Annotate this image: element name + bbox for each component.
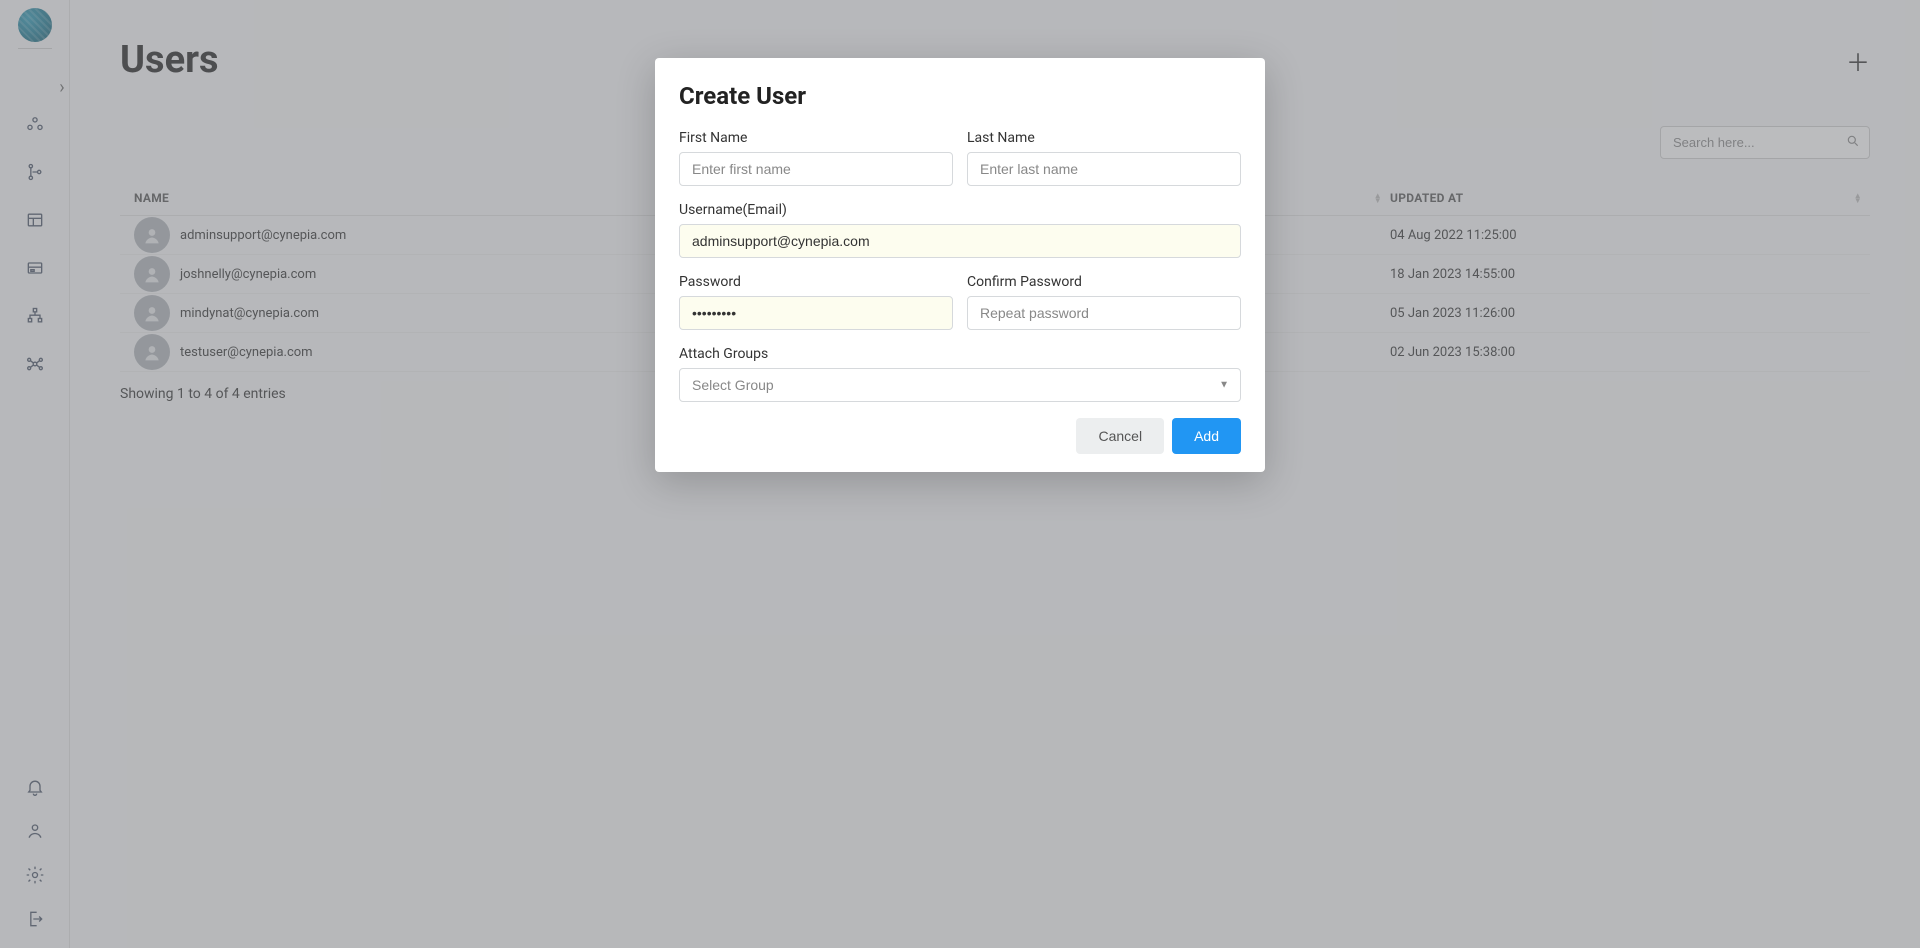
- attach-groups-select[interactable]: [679, 368, 1241, 402]
- modal-overlay: Create User First Name Last Name Usernam…: [0, 0, 1920, 948]
- cancel-button[interactable]: Cancel: [1076, 418, 1164, 454]
- modal-title: Create User: [679, 82, 1241, 110]
- confirm-password-field[interactable]: [967, 296, 1241, 330]
- first-name-label: First Name: [679, 130, 953, 146]
- last-name-field[interactable]: [967, 152, 1241, 186]
- first-name-field[interactable]: [679, 152, 953, 186]
- password-label: Password: [679, 274, 953, 290]
- confirm-password-label: Confirm Password: [967, 274, 1241, 290]
- last-name-label: Last Name: [967, 130, 1241, 146]
- create-user-modal: Create User First Name Last Name Usernam…: [655, 58, 1265, 472]
- username-label: Username(Email): [679, 202, 1241, 218]
- add-button[interactable]: Add: [1172, 418, 1241, 454]
- attach-groups-label: Attach Groups: [679, 346, 1241, 362]
- password-field[interactable]: [679, 296, 953, 330]
- username-field[interactable]: [679, 224, 1241, 258]
